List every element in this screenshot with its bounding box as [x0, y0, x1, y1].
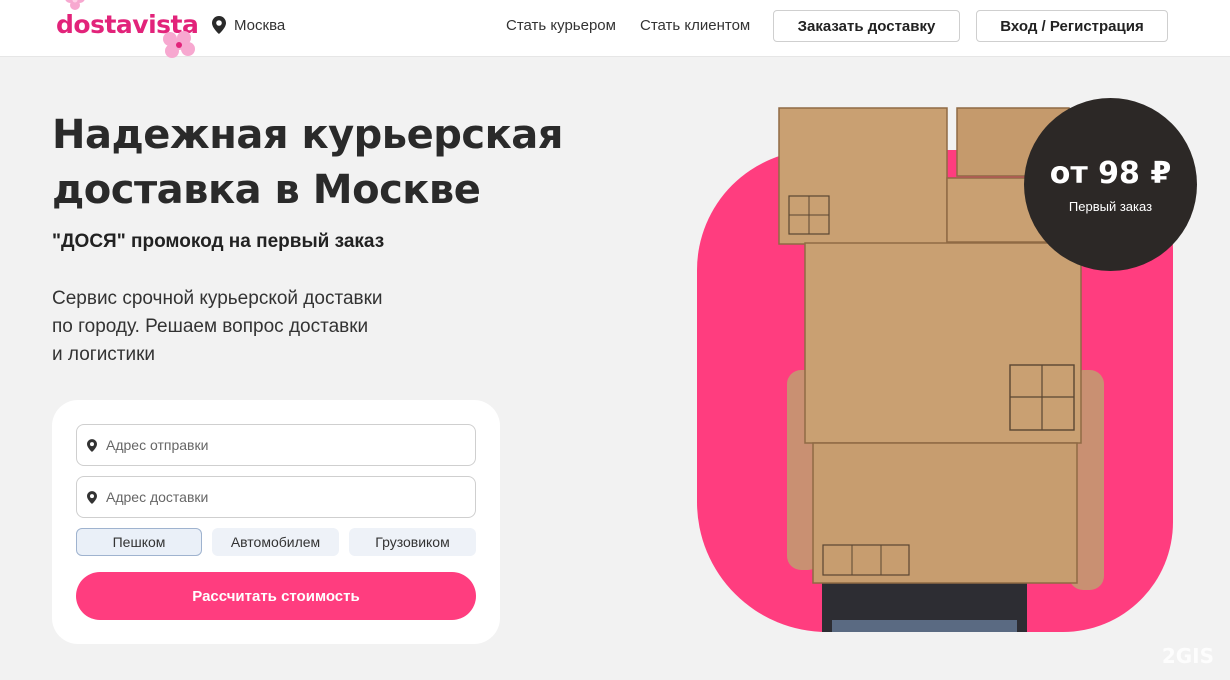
page-title: Надежная курьерская доставка в Москве	[52, 108, 572, 218]
city-name: Москва	[234, 16, 286, 34]
desc-line-1: Сервис срочной курьерской доставки	[52, 288, 383, 309]
promo-code-text: "ДОСЯ" промокод на первый заказ	[52, 231, 385, 252]
become-courier-link[interactable]: Стать курьером	[506, 17, 616, 34]
price-badge: от 98 ₽ Первый заказ	[1024, 98, 1197, 271]
location-pin-icon	[87, 438, 97, 452]
price-value: от 98 ₽	[1049, 156, 1172, 191]
calculate-price-button[interactable]: Рассчитать стоимость	[76, 572, 476, 620]
service-description: Сервис срочной курьерской доставки по го…	[52, 285, 472, 369]
location-pin-icon	[87, 490, 97, 504]
title-line-1: Надежная курьерская	[52, 112, 563, 158]
delivery-calculator-card: Пешком Автомобилем Грузовиком Рассчитать…	[52, 400, 500, 644]
pickup-address-input[interactable]	[106, 437, 466, 453]
city-selector[interactable]: Москва	[212, 16, 285, 34]
desc-line-3: и логистики	[52, 344, 156, 365]
desc-line-2: по городу. Решаем вопрос доставки	[52, 316, 369, 337]
logo[interactable]: dostavista	[56, 0, 199, 58]
pickup-address-field[interactable]	[76, 424, 476, 466]
2gis-watermark: 2GIS	[1161, 644, 1214, 668]
price-caption: Первый заказ	[1068, 199, 1153, 214]
become-client-link[interactable]: Стать клиентом	[640, 17, 750, 34]
top-header: dostavista Москва Стать курьером Стать к…	[0, 0, 1230, 58]
order-delivery-button[interactable]: Заказать доставку	[773, 10, 960, 42]
location-pin-icon	[212, 16, 226, 34]
title-line-2: доставка в Москве	[52, 167, 481, 213]
flower-decoration-icon	[163, 31, 195, 58]
delivery-address-input[interactable]	[106, 489, 466, 505]
mode-walking-button[interactable]: Пешком	[76, 528, 202, 556]
mode-truck-button[interactable]: Грузовиком	[349, 528, 476, 556]
login-register-button[interactable]: Вход / Регистрация	[976, 10, 1168, 42]
delivery-address-field[interactable]	[76, 476, 476, 518]
mode-car-button[interactable]: Автомобилем	[212, 528, 339, 556]
